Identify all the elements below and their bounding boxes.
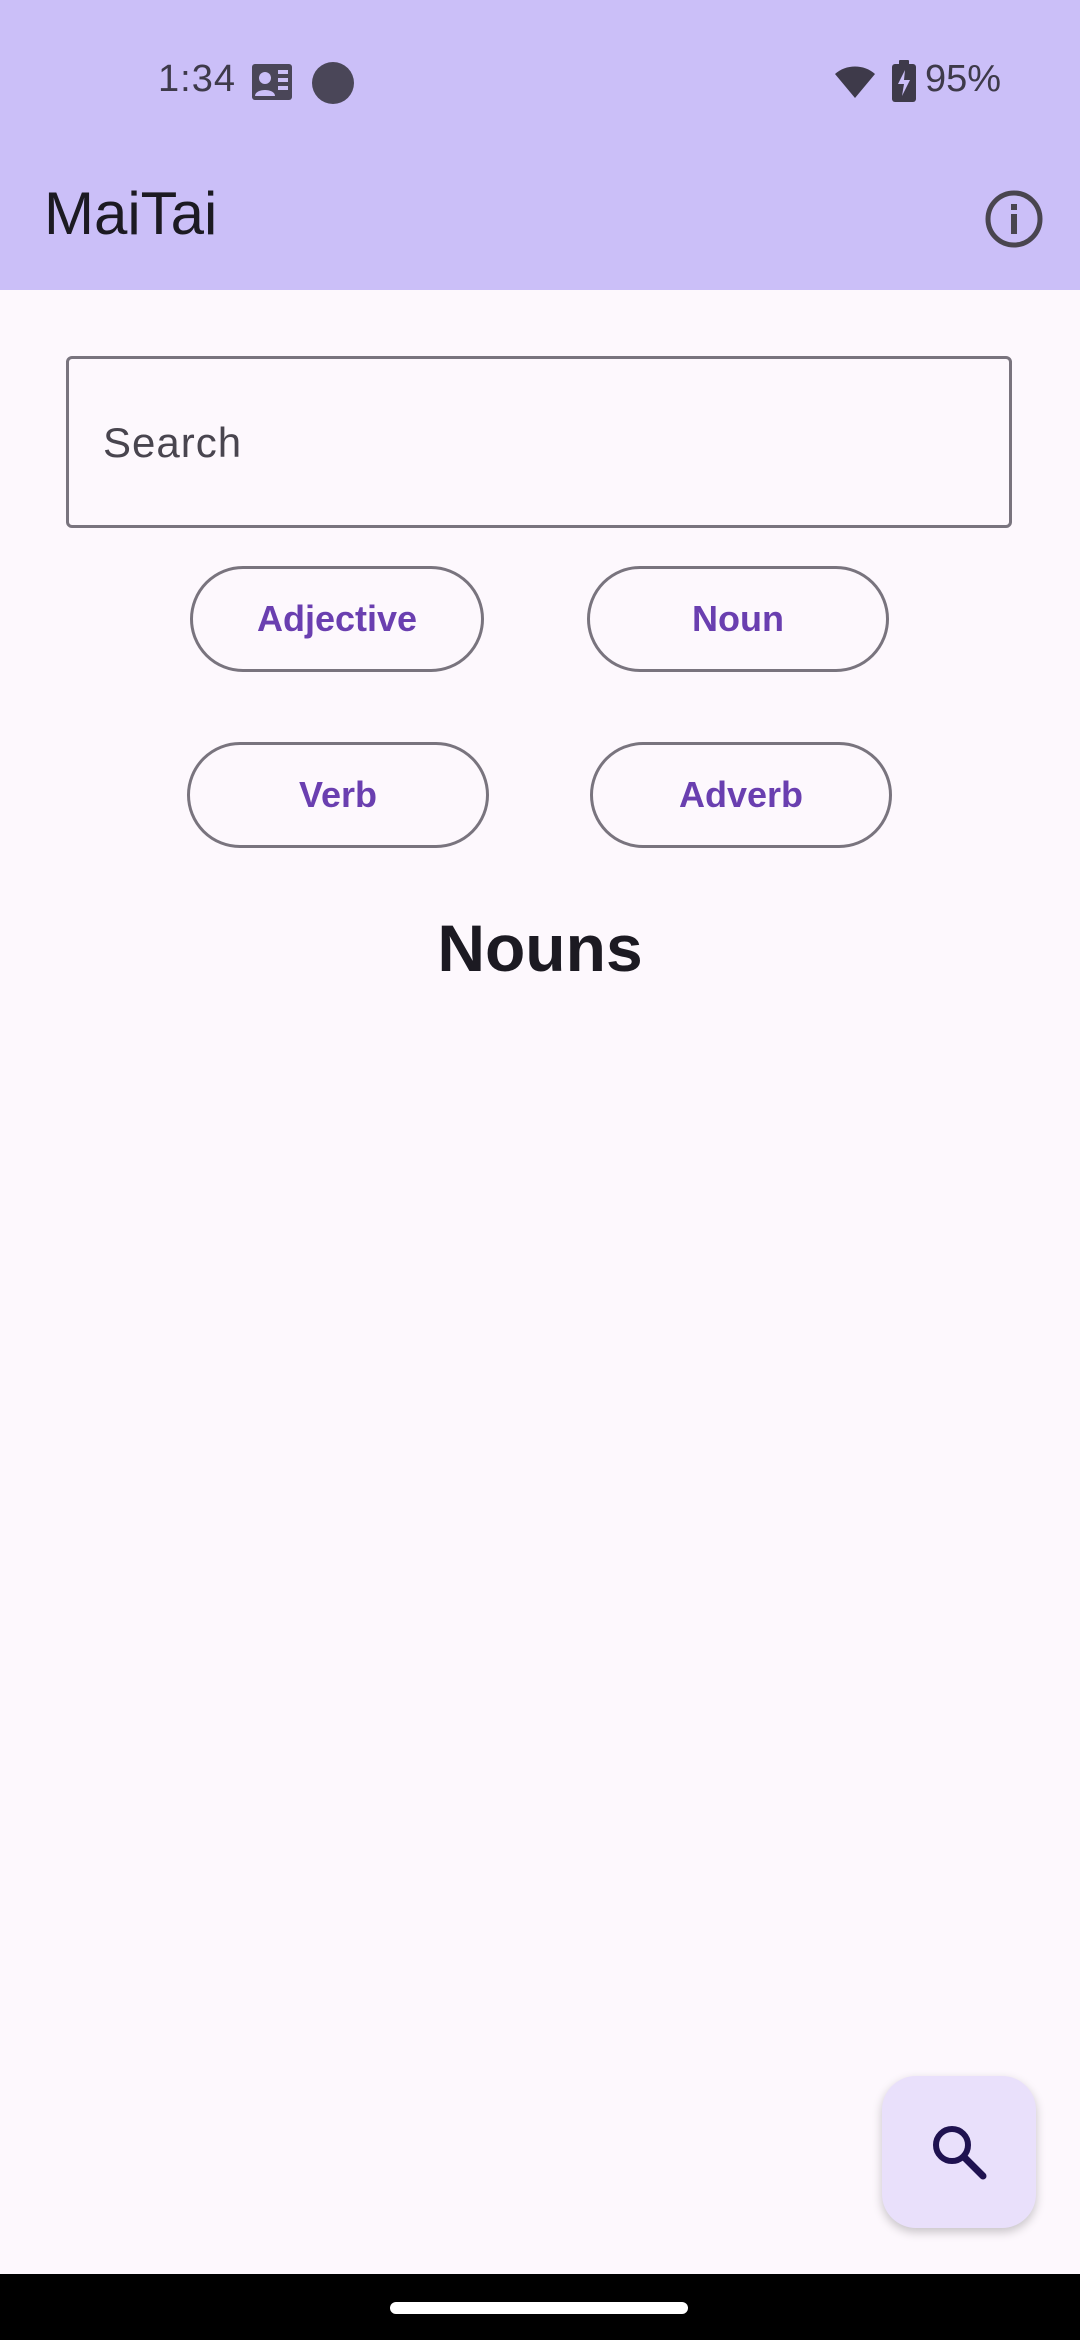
home-gesture-handle[interactable]: [390, 2302, 688, 2314]
info-icon[interactable]: [982, 187, 1046, 251]
app-screen: 1:34 95% MaiTai Search Adjective Noun Ve…: [0, 0, 1080, 2340]
search-icon: [933, 2126, 987, 2180]
search-input[interactable]: [101, 359, 985, 527]
filter-chip-verb[interactable]: Verb: [187, 742, 489, 848]
top-header: 1:34 95% MaiTai: [0, 0, 1080, 290]
battery-charging-icon: [892, 60, 916, 102]
status-bar: 1:34 95%: [0, 0, 1080, 165]
battery-percent: 95%: [925, 58, 1002, 100]
status-time: 1:34: [158, 58, 236, 100]
filter-chip-adjective[interactable]: Adjective: [190, 566, 484, 672]
record-dot-icon: [312, 62, 354, 104]
navigation-bar: [0, 2274, 1080, 2340]
app-bar: MaiTai: [0, 165, 1080, 290]
search-field[interactable]: [66, 356, 1012, 528]
wifi-icon: [835, 66, 875, 98]
section-title: Nouns: [437, 911, 643, 985]
filter-chip-adverb[interactable]: Adverb: [590, 742, 892, 848]
contacts-card-icon: [252, 64, 292, 100]
search-fab-button[interactable]: [882, 2076, 1036, 2228]
filter-chip-noun[interactable]: Noun: [587, 566, 889, 672]
app-title: MaiTai: [44, 180, 218, 247]
